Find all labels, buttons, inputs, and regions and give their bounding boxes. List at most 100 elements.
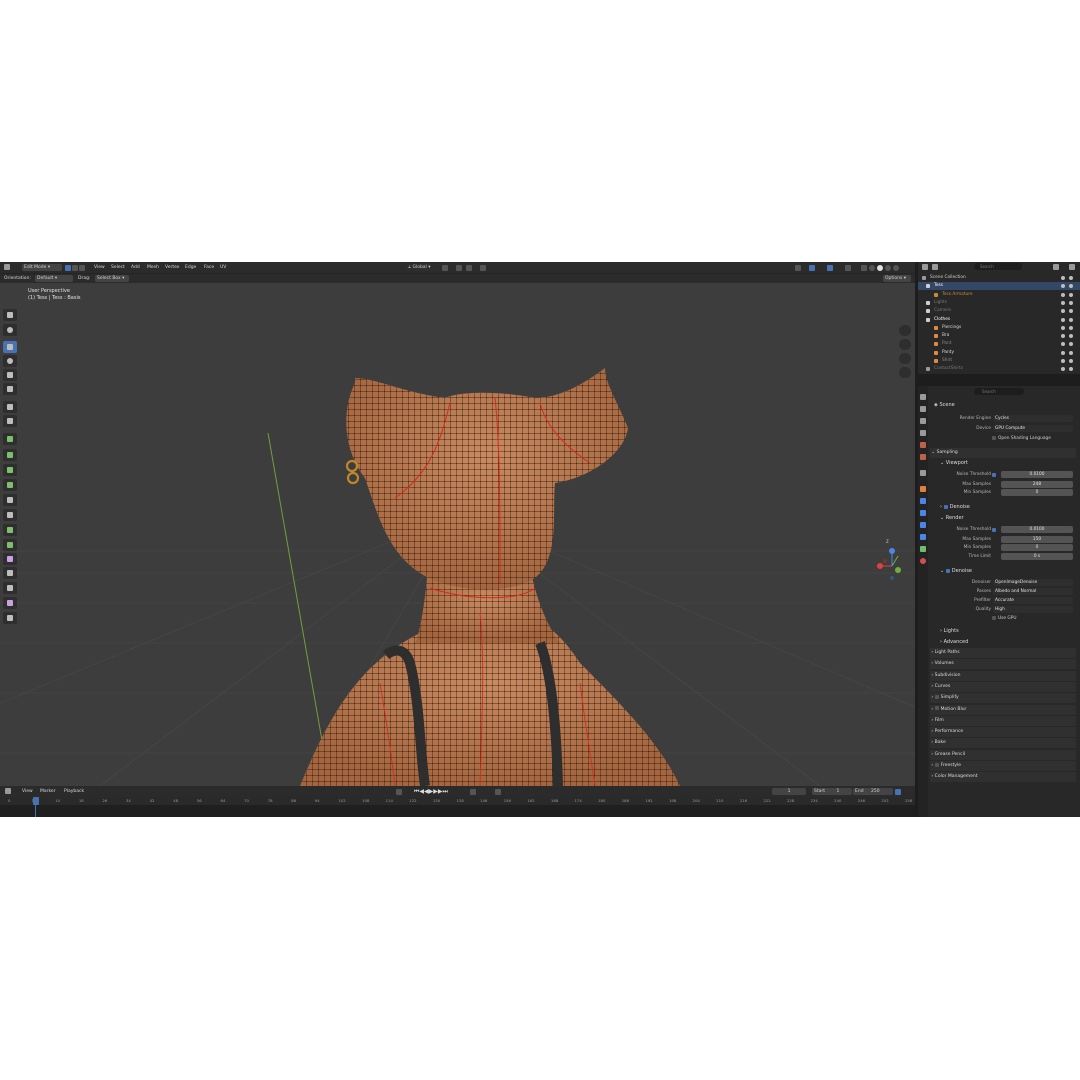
r-noise-threshold-field[interactable]: 0.0100 bbox=[1001, 526, 1073, 533]
edge-select-icon[interactable] bbox=[72, 265, 78, 271]
prefilter-dropdown[interactable]: Accurate bbox=[993, 597, 1073, 604]
panel-checkbox[interactable] bbox=[934, 706, 939, 710]
visibility-eye-icon[interactable] bbox=[1061, 367, 1065, 372]
data-tab-icon[interactable] bbox=[920, 546, 926, 552]
panel-section[interactable]: › Simplify bbox=[930, 693, 1076, 704]
options-dropdown[interactable]: Options ▾ bbox=[883, 275, 911, 282]
r-min-samples-field[interactable]: 0 bbox=[1001, 544, 1073, 551]
current-frame-field[interactable]: 1 bbox=[772, 788, 806, 795]
annotate-icon[interactable] bbox=[3, 401, 17, 413]
outliner-item[interactable]: Tess.Armature bbox=[918, 291, 1080, 299]
rendered-shading-icon[interactable] bbox=[893, 265, 899, 271]
panel-checkbox[interactable] bbox=[934, 762, 939, 767]
playback-controls[interactable]: ⏮◀◀▶▶▶⏭ bbox=[414, 788, 448, 796]
visibility-eye-icon[interactable] bbox=[1061, 342, 1065, 347]
rotate-icon[interactable] bbox=[3, 355, 17, 367]
outliner-item[interactable]: ContactShirts bbox=[918, 365, 1080, 373]
clock-icon[interactable] bbox=[5, 788, 11, 794]
mesh-edit-overlays-icon[interactable] bbox=[845, 265, 851, 271]
render-camera-icon[interactable] bbox=[1069, 359, 1073, 363]
view-layer-tab-icon[interactable] bbox=[920, 430, 926, 436]
panel-checkbox[interactable] bbox=[934, 694, 939, 699]
visibility-eye-icon[interactable] bbox=[1061, 276, 1065, 280]
select-box-icon[interactable] bbox=[3, 309, 17, 321]
r-max-samples-field[interactable]: 150 bbox=[1001, 536, 1073, 543]
osl-checkbox-row[interactable]: Open Shading Language bbox=[992, 435, 1080, 443]
panel-section[interactable]: › Subdivision bbox=[930, 670, 1076, 681]
timeline-menu-playback[interactable]: Playback bbox=[64, 788, 84, 795]
loop-cut-icon[interactable] bbox=[3, 494, 17, 506]
material-tab-icon[interactable] bbox=[920, 558, 926, 564]
wireframe-shading-icon[interactable] bbox=[869, 265, 875, 271]
world-tab-icon[interactable] bbox=[920, 454, 926, 460]
scene-tab-icon[interactable] bbox=[920, 442, 926, 448]
menu-face[interactable]: Face bbox=[204, 264, 214, 271]
pan-hand-icon[interactable] bbox=[899, 339, 911, 350]
editor-type-icon[interactable] bbox=[4, 264, 10, 270]
outliner-item[interactable]: Bra bbox=[918, 332, 1080, 340]
physics-tab-icon[interactable] bbox=[920, 522, 926, 528]
menu-edge[interactable]: Edge bbox=[185, 264, 196, 271]
rip-icon[interactable] bbox=[3, 612, 17, 624]
use-gpu-checkbox[interactable] bbox=[992, 615, 996, 620]
menu-vertex[interactable]: Vertex bbox=[165, 264, 179, 271]
bevel-icon[interactable] bbox=[3, 479, 17, 491]
outliner-item[interactable]: Panty bbox=[918, 349, 1080, 357]
timeline-body[interactable]: 0110182634424856647078869410210811412213… bbox=[0, 797, 915, 817]
transform-orientation-dropdown[interactable]: ⟂ Global ▾ bbox=[406, 264, 440, 271]
panel-section[interactable]: › Color Management bbox=[930, 772, 1076, 783]
auto-key-icon[interactable] bbox=[396, 789, 402, 795]
start-frame-field[interactable]: Start 1 bbox=[812, 788, 852, 795]
timeline-menu-view[interactable]: View bbox=[22, 788, 33, 795]
render-camera-icon[interactable] bbox=[1069, 325, 1073, 330]
render-camera-icon[interactable] bbox=[1069, 284, 1073, 289]
visibility-eye-icon[interactable] bbox=[1061, 317, 1065, 322]
outliner-item[interactable]: Scene Collection bbox=[918, 274, 1080, 282]
add-cube-icon[interactable] bbox=[3, 433, 17, 445]
spin-icon[interactable] bbox=[3, 539, 17, 551]
extrude-icon[interactable] bbox=[3, 449, 17, 461]
end-frame-field[interactable]: End 250 bbox=[853, 788, 893, 795]
r-noise-threshold-checkbox[interactable] bbox=[992, 528, 996, 532]
scale-icon[interactable] bbox=[3, 369, 17, 381]
menu-view[interactable]: View bbox=[94, 264, 105, 271]
solid-shading-icon[interactable] bbox=[877, 265, 883, 271]
render-tab-icon[interactable] bbox=[920, 406, 926, 412]
show-gizmo-icon[interactable] bbox=[809, 265, 815, 271]
snap-target-icon[interactable] bbox=[466, 265, 472, 271]
render-engine-dropdown[interactable]: Cycles bbox=[993, 415, 1073, 422]
playhead-marker[interactable] bbox=[33, 797, 39, 805]
show-overlays-icon[interactable] bbox=[827, 265, 833, 271]
particles-tab-icon[interactable] bbox=[920, 510, 926, 516]
knife-icon[interactable] bbox=[3, 509, 17, 521]
pivot-point-icon[interactable] bbox=[442, 265, 448, 271]
outliner-item[interactable]: Shirt bbox=[918, 357, 1080, 365]
visibility-icon[interactable] bbox=[795, 265, 801, 271]
passes-dropdown[interactable]: Albedo and Normal bbox=[993, 588, 1073, 595]
vp-denoise-subsection[interactable]: › Denoise bbox=[940, 503, 970, 511]
display-mode-icon[interactable] bbox=[932, 264, 938, 270]
vertex-select-icon[interactable] bbox=[65, 265, 71, 271]
render-subsection[interactable]: ⌄ Render bbox=[940, 514, 964, 522]
face-select-icon[interactable] bbox=[79, 265, 85, 271]
visibility-eye-icon[interactable] bbox=[1061, 292, 1065, 297]
measure-icon[interactable] bbox=[3, 415, 17, 427]
menu-select[interactable]: Select bbox=[111, 264, 125, 271]
camera-view-icon[interactable] bbox=[899, 353, 911, 364]
outliner-item[interactable]: Clothes bbox=[918, 316, 1080, 324]
drag-dropdown[interactable]: Select Box ▾ bbox=[95, 275, 129, 282]
panel-section[interactable]: › Film bbox=[930, 715, 1076, 726]
panel-section[interactable]: › Volumes bbox=[930, 659, 1076, 670]
panel-section[interactable]: › Performance bbox=[930, 727, 1076, 738]
properties-search-input[interactable]: Search bbox=[974, 388, 1024, 395]
vp-noise-threshold-checkbox[interactable] bbox=[992, 473, 996, 477]
visibility-eye-icon[interactable] bbox=[1061, 284, 1065, 289]
3d-viewport[interactable]: User Perspective (1) Tess | Tess : Basis… bbox=[0, 283, 915, 786]
visibility-eye-icon[interactable] bbox=[1061, 325, 1065, 330]
shear-icon[interactable] bbox=[3, 597, 17, 609]
xray-icon[interactable] bbox=[861, 265, 867, 271]
sampling-section[interactable]: ⌄ Sampling bbox=[930, 448, 1076, 458]
render-camera-icon[interactable] bbox=[1069, 350, 1073, 355]
render-camera-icon[interactable] bbox=[1069, 309, 1073, 314]
move-icon[interactable] bbox=[3, 341, 17, 353]
